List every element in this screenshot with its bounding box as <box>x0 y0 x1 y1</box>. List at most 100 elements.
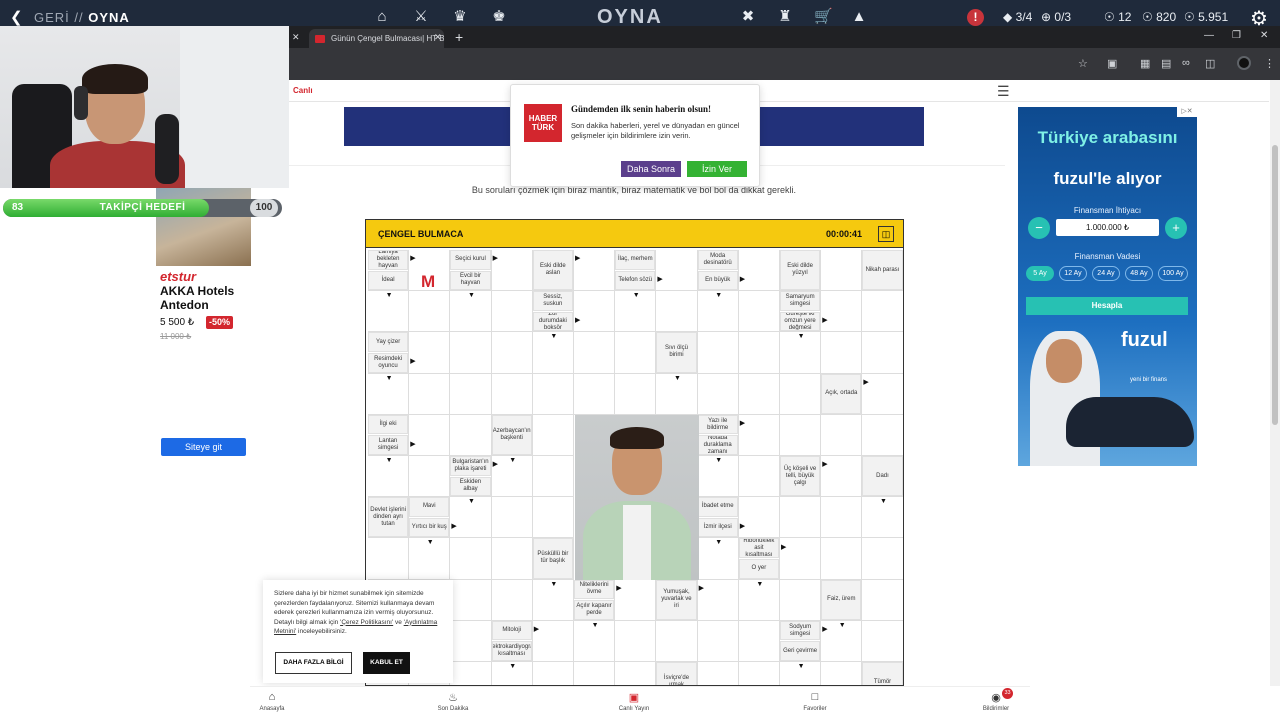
grid-cell[interactable] <box>574 662 616 685</box>
cast-icon[interactable]: ▦ <box>1140 57 1150 70</box>
crossed-swords-icon[interactable]: ✖ <box>739 9 757 25</box>
term-option[interactable]: 5 Ay <box>1026 266 1054 281</box>
nav-home[interactable]: ⌂ Anasayfa <box>242 691 302 712</box>
nav-favorites[interactable]: □ Favoriler <box>785 691 845 712</box>
ad-close-icon[interactable]: ▷✕ <box>1177 107 1197 117</box>
helmet-icon[interactable]: ♜ <box>776 9 794 25</box>
grid-cell[interactable] <box>821 497 863 539</box>
active-tab[interactable]: Günün Çengel Bulmacası| HT Bulmaca <box>309 29 444 49</box>
fullscreen-toggle-icon[interactable]: ◫ <box>878 226 894 242</box>
calculate-button[interactable]: Hesapla <box>1026 297 1188 315</box>
grid-cell[interactable] <box>656 620 698 662</box>
maximize-icon[interactable]: ❐ <box>1232 30 1241 41</box>
grid-cell[interactable] <box>780 579 822 621</box>
emblem-icon[interactable]: ♛ <box>451 9 469 25</box>
etstur-ad[interactable]: etstur AKKA Hotels Antedon 5 500 ₺ -50% … <box>155 188 251 470</box>
fuzul-ad[interactable]: Türkiye arabasını fuzul'le alıyor Finans… <box>1018 107 1197 466</box>
grid-cell[interactable] <box>491 538 533 580</box>
grid-cell[interactable] <box>780 414 822 456</box>
sword-icon[interactable]: ⚔ <box>412 9 430 25</box>
grid-cell[interactable] <box>615 662 657 685</box>
grid-cell[interactable] <box>450 538 492 580</box>
decrease-button[interactable]: − <box>1028 217 1050 239</box>
term-option[interactable]: 100 Ay <box>1158 266 1188 281</box>
grid-cell[interactable] <box>532 373 574 415</box>
grid-cell[interactable] <box>491 579 533 621</box>
grid-cell[interactable] <box>780 373 822 415</box>
grid-cell[interactable] <box>821 538 863 580</box>
grid-cell[interactable] <box>862 538 903 580</box>
grid-cell[interactable] <box>821 291 863 333</box>
grid-cell[interactable] <box>450 414 492 456</box>
later-button[interactable]: Daha Sonra <box>621 161 681 177</box>
nav-live[interactable]: ▣ Canlı Yayın <box>604 691 664 712</box>
breadcrumb[interactable]: GERİ // OYNA <box>34 10 130 25</box>
allow-button[interactable]: İzin Ver <box>687 161 747 177</box>
window-close-icon[interactable]: ✕ <box>1260 30 1268 41</box>
hamburger-menu-icon[interactable]: ☰ <box>997 83 1010 100</box>
grid-cell[interactable] <box>491 373 533 415</box>
grid-cell[interactable] <box>450 332 492 374</box>
grid-cell[interactable] <box>532 456 574 498</box>
close-icon[interactable]: ✕ <box>292 32 300 43</box>
grid-cell[interactable] <box>491 497 533 539</box>
home-icon[interactable]: ⌂ <box>373 9 391 25</box>
grid-cell[interactable] <box>491 291 533 333</box>
grid-cell[interactable] <box>862 414 903 456</box>
grid-cell[interactable] <box>697 662 739 685</box>
menu-dots-icon[interactable]: ⋮ <box>1264 57 1275 70</box>
minimize-icon[interactable]: — <box>1204 30 1214 41</box>
extensions-icon[interactable]: ▣ <box>1107 57 1117 70</box>
grid-cell[interactable] <box>409 332 451 374</box>
grid-cell[interactable] <box>656 291 698 333</box>
grid-cell[interactable] <box>450 579 492 621</box>
term-option[interactable]: 24 Ay <box>1092 266 1120 281</box>
grid-cell[interactable] <box>697 373 739 415</box>
grid-cell[interactable] <box>532 414 574 456</box>
tab-close-icon[interactable]: ✕ <box>434 32 442 43</box>
bookmark-star-icon[interactable]: ☆ <box>1078 57 1088 70</box>
grid-cell[interactable] <box>738 373 780 415</box>
grid-cell[interactable] <box>491 332 533 374</box>
grid-cell[interactable] <box>450 662 492 685</box>
rank-icon[interactable]: ▲ <box>850 9 868 25</box>
grid-cell[interactable] <box>368 538 410 580</box>
grid-cell[interactable] <box>615 373 657 415</box>
trophy-icon[interactable]: ♚ <box>490 9 508 25</box>
scroll-thumb[interactable] <box>1272 145 1278 425</box>
grid-cell[interactable] <box>450 373 492 415</box>
grid-cell[interactable] <box>862 579 903 621</box>
sidebar-icon[interactable]: ◫ <box>1205 57 1215 70</box>
grid-cell[interactable] <box>409 456 451 498</box>
new-tab-button[interactable]: + <box>455 29 463 45</box>
grid-cell[interactable] <box>615 332 657 374</box>
amount-field[interactable]: 1.000.000 ₺ <box>1056 219 1159 236</box>
grid-cell[interactable] <box>656 250 698 292</box>
grid-cell[interactable] <box>450 620 492 662</box>
grid-cell[interactable] <box>821 332 863 374</box>
grid-cell[interactable] <box>738 497 780 539</box>
nav-breaking[interactable]: ♨ Son Dakika <box>423 691 483 712</box>
page-scrollbar[interactable] <box>1270 80 1280 686</box>
grid-cell[interactable] <box>532 497 574 539</box>
grid-cell[interactable] <box>409 291 451 333</box>
profile-avatar[interactable] <box>1237 56 1251 70</box>
grid-cell[interactable] <box>738 662 780 685</box>
grid-cell[interactable] <box>409 373 451 415</box>
grid-cell[interactable] <box>738 332 780 374</box>
grid-cell[interactable] <box>862 291 903 333</box>
grid-cell[interactable] <box>697 332 739 374</box>
grid-cell[interactable] <box>574 332 616 374</box>
alert-icon[interactable]: ! <box>967 9 984 26</box>
back-arrow-icon[interactable]: ❮ <box>10 8 23 26</box>
grid-cell[interactable] <box>821 414 863 456</box>
grid-cell[interactable] <box>738 250 780 292</box>
live-link[interactable]: Canlı <box>293 86 313 95</box>
back-label[interactable]: GERİ <box>34 10 70 25</box>
grid-cell[interactable] <box>697 620 739 662</box>
translate-icon[interactable]: ▤ <box>1161 57 1171 70</box>
link-icon[interactable]: ∞ <box>1182 57 1190 69</box>
grid-cell[interactable] <box>738 620 780 662</box>
term-option[interactable]: 48 Ay <box>1125 266 1153 281</box>
grid-cell[interactable] <box>821 250 863 292</box>
